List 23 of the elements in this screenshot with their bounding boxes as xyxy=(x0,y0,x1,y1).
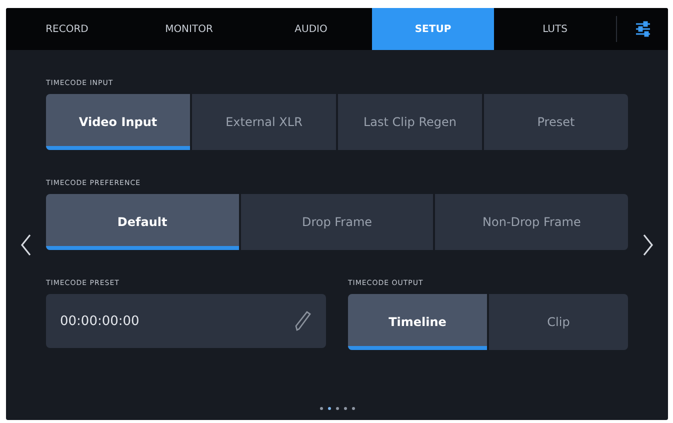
tab[interactable]: RECORD xyxy=(6,8,128,50)
page-dot[interactable] xyxy=(344,407,346,410)
pencil-icon[interactable] xyxy=(294,310,312,332)
page-dot[interactable] xyxy=(352,407,354,410)
page-dot[interactable] xyxy=(336,407,338,410)
option-button[interactable]: Last Clip Regen xyxy=(338,94,482,150)
tab[interactable]: LUTS xyxy=(494,8,616,50)
option-button[interactable]: Default xyxy=(46,194,239,250)
option-button[interactable]: Non-Drop Frame xyxy=(435,194,628,250)
option-button[interactable]: Clip xyxy=(489,294,628,350)
chevron-right-icon[interactable] xyxy=(642,234,654,256)
chevron-left-icon[interactable] xyxy=(20,234,32,256)
timecode-field[interactable]: 00:00:00:00 xyxy=(46,294,326,348)
tab[interactable]: MONITOR xyxy=(128,8,250,50)
sliders-icon[interactable] xyxy=(634,21,650,37)
option-button[interactable]: Video Input xyxy=(46,94,190,150)
page-dot[interactable] xyxy=(320,407,322,410)
option-button[interactable]: Preset xyxy=(484,94,628,150)
page-dot[interactable] xyxy=(328,407,330,410)
option-button[interactable]: External XLR xyxy=(192,94,336,150)
option-button[interactable]: Timeline xyxy=(348,294,487,350)
option-button[interactable]: Drop Frame xyxy=(240,194,434,250)
tab[interactable]: AUDIO xyxy=(250,8,372,50)
